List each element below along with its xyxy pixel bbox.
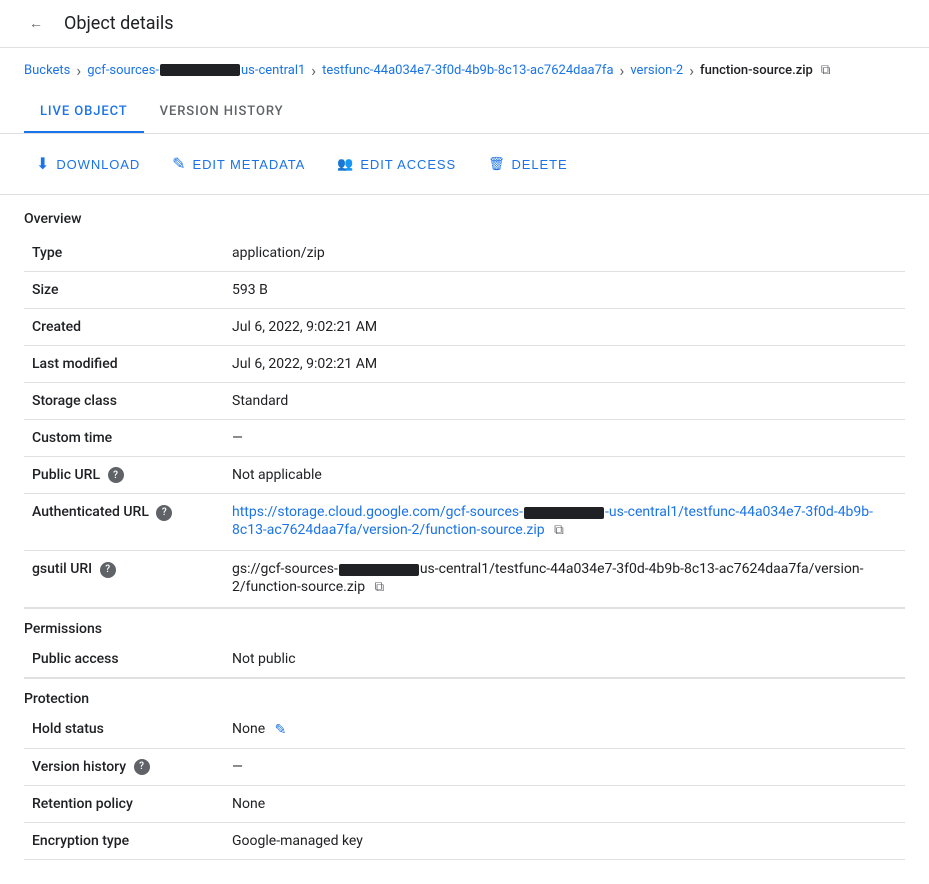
download-icon: ⬇	[36, 154, 50, 174]
table-row: Hold status None ✎	[24, 711, 905, 748]
edit-metadata-icon: ✎	[172, 154, 186, 174]
page-title: Object details	[64, 13, 174, 34]
storage-class-label: Storage class	[24, 383, 224, 420]
copy-filename-button[interactable]: ⧉	[819, 60, 833, 80]
size-value: 593 B	[224, 272, 905, 309]
tabs: LIVE OBJECT VERSION HISTORY	[0, 92, 929, 134]
table-row: Public access Not public	[24, 641, 905, 678]
table-row: Version history ? —	[24, 748, 905, 785]
table-row: Created Jul 6, 2022, 9:02:21 AM	[24, 309, 905, 346]
breadcrumb-sep-2: ›	[311, 61, 316, 80]
last-modified-label: Last modified	[24, 346, 224, 383]
edit-hold-status-icon[interactable]: ✎	[275, 722, 287, 738]
gsutil-uri-text: gs://gcf-sources-us-central1/testfunc-44…	[232, 561, 864, 595]
custom-time-label: Custom time	[24, 420, 224, 457]
breadcrumb: Buckets › gcf-sources-us-central1 › test…	[0, 48, 929, 92]
public-url-help-icon[interactable]: ?	[108, 467, 124, 483]
type-value: application/zip	[224, 235, 905, 272]
retention-policy-label: Retention policy	[24, 785, 224, 822]
created-label: Created	[24, 309, 224, 346]
edit-access-icon: 👥	[337, 156, 354, 172]
overview-header: Overview	[24, 195, 905, 235]
overview-section: Overview Type application/zip Size 593 B…	[24, 195, 905, 608]
authenticated-url-help-icon[interactable]: ?	[156, 505, 172, 521]
custom-time-value: —	[224, 420, 905, 457]
version-history-help-icon[interactable]: ?	[134, 759, 150, 775]
gsutil-uri-label: gsutil URI ?	[24, 551, 224, 608]
back-icon: ←	[29, 15, 43, 32]
tab-live-object[interactable]: LIVE OBJECT	[24, 92, 144, 133]
public-url-label: Public URL ?	[24, 457, 224, 494]
public-access-value: Not public	[224, 641, 905, 678]
version-history-label: Version history ?	[24, 748, 224, 785]
storage-class-value: Standard	[224, 383, 905, 420]
breadcrumb-buckets[interactable]: Buckets	[24, 63, 70, 78]
encryption-type-label: Encryption type	[24, 822, 224, 859]
public-access-label: Public access	[24, 641, 224, 678]
public-url-value: Not applicable	[224, 457, 905, 494]
breadcrumb-current: function-source.zip	[700, 63, 813, 78]
protection-section: Protection Hold status None ✎ Version hi…	[24, 678, 905, 860]
encryption-type-value: Google-managed key	[224, 822, 905, 859]
hold-status-label: Hold status	[24, 711, 224, 748]
copy-filename-icon: ⧉	[821, 62, 831, 78]
table-row: Type application/zip	[24, 235, 905, 272]
delete-icon: 🗑	[488, 156, 505, 172]
retention-policy-value: None	[224, 785, 905, 822]
breadcrumb-sep-1: ›	[76, 61, 81, 80]
permissions-section: Permissions Public access Not public	[24, 608, 905, 678]
back-button[interactable]: ←	[16, 4, 56, 44]
breadcrumb-version[interactable]: version-2	[630, 63, 683, 78]
type-label: Type	[24, 235, 224, 272]
copy-authenticated-url-button[interactable]: ⧉	[552, 520, 566, 540]
table-row: Custom time —	[24, 420, 905, 457]
version-history-value: —	[224, 748, 905, 785]
copy-gsutil-uri-icon: ⧉	[375, 579, 385, 595]
authenticated-url-value: https://storage.cloud.google.com/gcf-sou…	[224, 494, 905, 551]
breadcrumb-sep-4: ›	[689, 61, 694, 80]
created-value: Jul 6, 2022, 9:02:21 AM	[224, 309, 905, 346]
breadcrumb-sep-3: ›	[620, 61, 625, 80]
table-row: Encryption type Google-managed key	[24, 822, 905, 859]
table-row: Last modified Jul 6, 2022, 9:02:21 AM	[24, 346, 905, 383]
toolbar: ⬇ DOWNLOAD ✎ EDIT METADATA 👥 EDIT ACCESS…	[0, 134, 929, 195]
protection-header: Protection	[24, 678, 905, 711]
authenticated-url-label: Authenticated URL ?	[24, 494, 224, 551]
edit-metadata-button[interactable]: ✎ EDIT METADATA	[160, 146, 317, 182]
copy-authenticated-url-icon: ⧉	[554, 522, 564, 538]
table-row: Public URL ? Not applicable	[24, 457, 905, 494]
copy-gsutil-uri-button[interactable]: ⧉	[373, 577, 387, 597]
table-row: Retention policy None	[24, 785, 905, 822]
gsutil-uri-value: gs://gcf-sources-us-central1/testfunc-44…	[224, 551, 905, 608]
gsutil-uri-help-icon[interactable]: ?	[100, 562, 116, 578]
tab-version-history[interactable]: VERSION HISTORY	[144, 92, 300, 133]
delete-button[interactable]: 🗑 DELETE	[476, 148, 579, 180]
edit-access-button[interactable]: 👥 EDIT ACCESS	[325, 148, 468, 180]
download-button[interactable]: ⬇ DOWNLOAD	[24, 146, 152, 182]
table-row: Size 593 B	[24, 272, 905, 309]
table-row: gsutil URI ? gs://gcf-sources-us-central…	[24, 551, 905, 608]
breadcrumb-folder[interactable]: testfunc-44a034e7-3f0d-4b9b-8c13-ac7624d…	[322, 63, 613, 78]
table-row: Authenticated URL ? https://storage.clou…	[24, 494, 905, 551]
table-row: Storage class Standard	[24, 383, 905, 420]
last-modified-value: Jul 6, 2022, 9:02:21 AM	[224, 346, 905, 383]
hold-status-value: None ✎	[224, 711, 905, 748]
permissions-header: Permissions	[24, 608, 905, 641]
breadcrumb-bucket[interactable]: gcf-sources-us-central1	[87, 63, 305, 78]
size-label: Size	[24, 272, 224, 309]
